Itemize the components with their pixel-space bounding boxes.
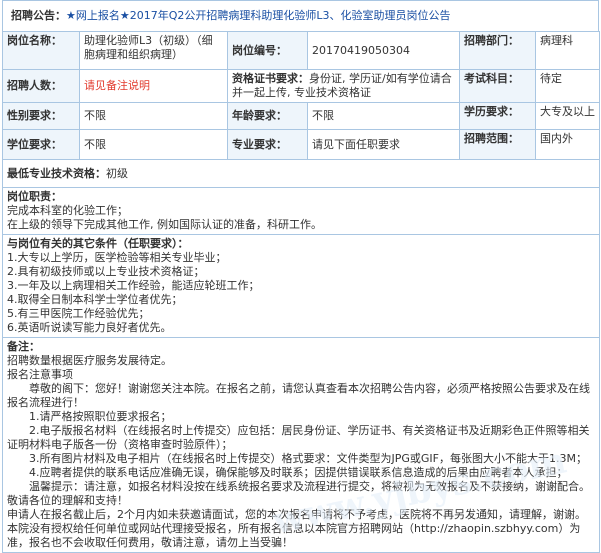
note-line: 2.电子版报名材料（在线报名时上传提交）应包括：居民身份证、学历证书、有关资格证…	[7, 424, 590, 451]
condition-line: 6.英语听说读写能力良好者优先。	[7, 321, 172, 334]
condition-line: 1.大专以上学历，医学检验等相关专业毕业；	[7, 251, 227, 264]
note-line: 3.所有图片材料及电子相片（在线报名时上传提交）格式要求：文件类型为JPG或GI…	[7, 452, 587, 465]
gender-label: 性别要求：	[2, 102, 80, 130]
job-notice: 招聘公告：★网上报名★2017年Q2公开招聘病理科助理化验师L3、化验室助理员岗…	[2, 0, 600, 553]
age-label: 年龄要求：	[227, 102, 308, 130]
condition-line: 4.取得全日制本科学士学位者优先；	[7, 293, 183, 306]
age-value: 不限	[307, 102, 460, 130]
note-line: 1.请严格按照职位要求报名；	[7, 410, 172, 423]
scope-label: 招聘范围：	[459, 129, 536, 160]
position-code-label: 岗位编号：	[227, 31, 308, 70]
dept-value: 病理科	[535, 31, 600, 70]
note-line: 尊敬的阁下：您好！谢谢您关注本院。在报名之前，请您认真查看本次招聘公告内容，必须…	[7, 382, 590, 409]
note-line: 报名注意事项	[7, 368, 73, 381]
notice-title-label: 招聘公告：	[11, 9, 66, 22]
duties-title: 岗位职责：	[7, 190, 62, 203]
note-line: 招聘数量根据医疗服务发展待定。	[7, 354, 172, 367]
duty-line: 在上级的领导下完成其他工作, 例如国际认证的准备，科研工作。	[7, 218, 322, 231]
edu-value: 大专及以上	[535, 102, 600, 130]
tech-label: 最低专业技术资格：	[7, 166, 106, 180]
count-value: 请见备注说明	[79, 69, 228, 103]
exam-label: 考试科目：	[459, 69, 536, 103]
note-line: 温馨提示：请注意，如报名材料没按在线系统报名要求及流程进行提交，将被视为无效报名…	[7, 480, 590, 507]
job-details-table: 岗位名称： 助理化验师L3（初级）（细胞病理和组织病理） 岗位编号： 20170…	[2, 31, 600, 553]
notice-title-link[interactable]: ★网上报名★2017年Q2公开招聘病理科助理化验师L3、化验室助理员岗位公告	[66, 9, 451, 22]
degree-label: 学位要求：	[2, 129, 80, 160]
position-name-value: 助理化验师L3（初级）（细胞病理和组织病理）	[79, 31, 228, 70]
condition-line: 3.一年及以上病理相关工作经验，能适应轮班工作；	[7, 279, 260, 292]
tech-cell: 最低专业技术资格：初级	[2, 159, 600, 188]
count-label: 招聘人数：	[2, 69, 80, 103]
duty-line: 完成本科室的化验工作；	[7, 204, 128, 217]
position-code-value: 20170419050304	[307, 31, 460, 70]
major-value: 请见下面任职要求	[307, 129, 460, 160]
cert-cell: 资格证书要求：身份证, 学历证/如有学位请合并一起上传, 专业技术资格证	[227, 69, 460, 103]
position-name-label: 岗位名称：	[2, 31, 80, 70]
gender-value: 不限	[79, 102, 228, 130]
duties-section: 岗位职责： 完成本科室的化验工作； 在上级的领导下完成其他工作, 例如国际认证的…	[2, 187, 600, 235]
note-line: 申请人在报名截止后，2个月内如未获邀请面试，您的本次报名申请将不予考虑，医院将不…	[7, 508, 586, 521]
notice-title-bar: 招聘公告：★网上报名★2017年Q2公开招聘病理科助理化验师L3、化验室助理员岗…	[2, 0, 599, 31]
condition-line: 5.有三甲医院工作经验优先；	[7, 307, 150, 320]
condition-line: 2.具有初级技师或以上专业技术资格证；	[7, 265, 205, 278]
edu-label: 学历要求：	[459, 102, 536, 130]
notes-title: 备注：	[7, 340, 40, 353]
conditions-section: 与岗位有关的其它条件（任职要求）： 1.大专以上学历，医学检验等相关专业毕业； …	[2, 234, 600, 338]
degree-value: 不限	[79, 129, 228, 160]
exam-value: 待定	[535, 69, 600, 103]
note-line: 4.应聘者提供的联系电话应准确无误，确保能够及时联系；因提供错误联系信息造成的后…	[7, 466, 568, 479]
scope-value: 国内外	[535, 129, 600, 160]
conditions-title: 与岗位有关的其它条件（任职要求）：	[7, 237, 189, 250]
major-label: 专业要求：	[227, 129, 308, 160]
tech-value: 初级	[106, 166, 128, 180]
dept-label: 招聘部门：	[459, 31, 536, 70]
cert-label: 资格证书要求：	[232, 72, 309, 85]
notes-section: 备注： 招聘数量根据医疗服务发展待定。 报名注意事项 尊敬的阁下：您好！谢谢您关…	[2, 337, 600, 553]
